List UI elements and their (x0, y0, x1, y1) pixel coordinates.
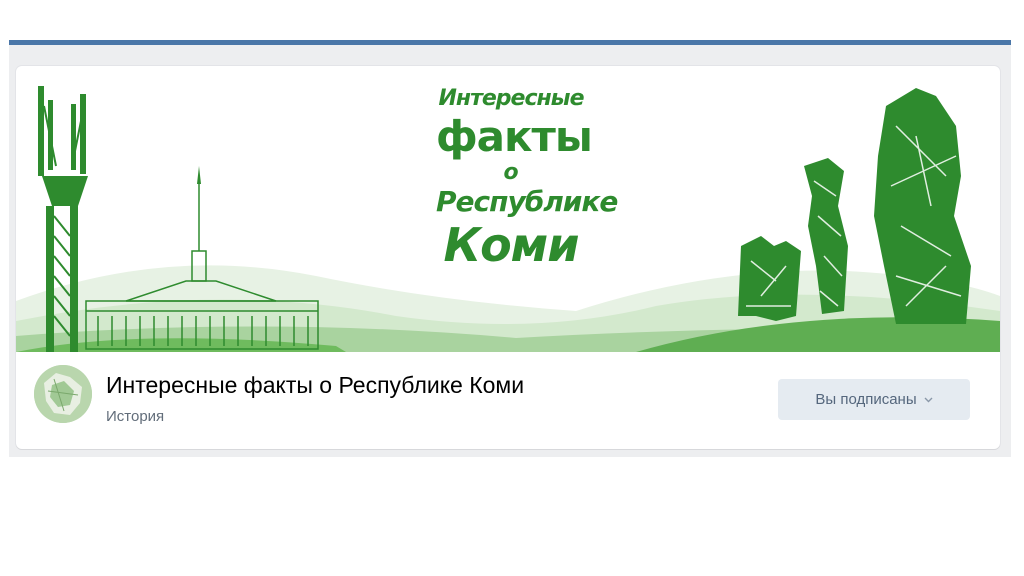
avatar-map-icon (34, 365, 92, 423)
cover-title-line: Коми (443, 218, 579, 272)
cover-title: Интересные факты о Республике Коми (436, 86, 618, 272)
subscribed-button[interactable]: Вы подписаны (778, 379, 970, 420)
cover-title-line: Интересные (438, 86, 584, 111)
cover-title-line: факты (436, 112, 593, 161)
group-avatar[interactable] (34, 365, 92, 423)
group-header-card: Интересные факты о Республике Коми Интер… (16, 66, 1000, 449)
cover-image[interactable]: Интересные факты о Республике Коми (16, 66, 1000, 356)
cover-title-line: Республике (436, 185, 618, 218)
group-category[interactable]: История (106, 408, 164, 425)
cover-title-line: о (503, 160, 519, 185)
chevron-down-icon (924, 390, 933, 407)
group-name[interactable]: Интересные факты о Республике Коми (106, 372, 524, 399)
subscribed-button-label: Вы подписаны (815, 391, 917, 408)
